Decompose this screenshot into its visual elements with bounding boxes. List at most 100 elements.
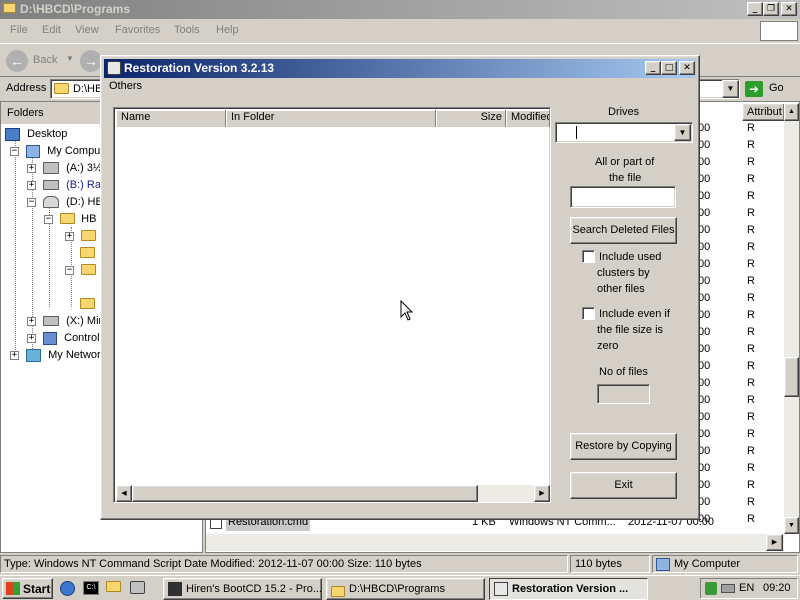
expand-icon[interactable]: + (10, 350, 19, 360)
collapse-icon[interactable]: − (65, 265, 74, 275)
scroll-right-button[interactable]: ▶ (766, 534, 783, 551)
date-fragment-cell: 00 (698, 122, 711, 134)
date-fragment-cell: 00 (698, 377, 711, 389)
camera-icon[interactable] (130, 581, 145, 594)
collapse-icon[interactable]: − (10, 146, 19, 156)
search-label-line2: the file (609, 172, 642, 184)
tree-item[interactable]: + Control (27, 330, 100, 346)
include-even-checkbox[interactable] (582, 307, 595, 320)
collapse-icon[interactable]: − (44, 214, 53, 224)
attrib-cell: R (747, 207, 755, 219)
menu-tools[interactable]: Tools (174, 24, 200, 36)
windows-logo-icon (760, 21, 798, 41)
tree-item[interactable]: − HB (44, 211, 96, 227)
search-input[interactable] (570, 186, 676, 208)
tree-item[interactable]: + (X:) Mir (27, 313, 102, 329)
control-panel-icon (43, 331, 58, 345)
minimize-button[interactable]: _ (747, 2, 763, 16)
tree-item[interactable]: + (65, 228, 97, 244)
menu-edit[interactable]: Edit (42, 24, 61, 36)
back-dropdown-icon[interactable]: ▼ (66, 54, 74, 63)
go-arrow-icon[interactable]: ➜ (745, 81, 763, 97)
menu-others[interactable]: Others (109, 80, 142, 92)
expand-icon[interactable]: + (27, 163, 36, 173)
scroll-right-button[interactable]: ▶ (534, 485, 550, 502)
include-used-label-line2: clusters by (597, 267, 650, 279)
search-deleted-files-button[interactable]: Search Deleted Files (570, 217, 677, 244)
column-modified[interactable]: Modified (506, 110, 550, 127)
folder-icon (331, 582, 345, 597)
explorer-icon[interactable] (106, 580, 121, 593)
explorer-titlebar[interactable]: D:\HBCD\Programs _ ❐ ✕ (0, 0, 800, 19)
date-fragment-cell: 00 (698, 190, 711, 202)
expand-icon[interactable]: + (65, 231, 74, 241)
expand-icon[interactable]: + (27, 333, 36, 343)
scroll-up-button[interactable]: ▲ (784, 103, 799, 121)
expand-icon[interactable]: + (27, 316, 36, 326)
attrib-column-header[interactable]: Attribut (742, 103, 785, 121)
tree-item[interactable]: + (B:) Ran (27, 177, 107, 193)
mouse-pointer-icon (400, 300, 414, 321)
explorer-menubar: File Edit View Favorites Tools Help (0, 21, 800, 41)
drives-dropdown-button[interactable]: ▼ (674, 124, 691, 141)
results-hscroll-thumb[interactable] (132, 485, 478, 502)
cmd-icon[interactable]: C:\ (83, 581, 99, 595)
tree-item[interactable]: − My Comput (10, 143, 103, 159)
drives-select[interactable]: ▼ (555, 122, 693, 143)
address-dropdown-button[interactable]: ▼ (722, 80, 739, 98)
forward-arrow-icon[interactable]: → (80, 50, 102, 72)
maximize-button[interactable]: ❐ (763, 2, 779, 16)
restore-by-copying-button[interactable]: Restore by Copying (570, 433, 677, 460)
attrib-cell: R (747, 513, 755, 525)
menu-file[interactable]: File (10, 24, 28, 36)
close-button[interactable]: ✕ (781, 2, 797, 16)
recycle-icon[interactable] (705, 582, 717, 595)
menu-help[interactable]: Help (216, 24, 239, 36)
task-button[interactable]: D:\HBCD\Programs (326, 578, 485, 600)
column-size[interactable]: Size (436, 110, 506, 127)
tree-item[interactable] (80, 296, 95, 312)
results-hscrollbar[interactable]: ◀ ▶ (116, 485, 550, 502)
restoration-titlebar[interactable]: Restoration Version 3.2.13 _ □ ✕ (104, 59, 696, 78)
tree-item[interactable]: + My Network (10, 347, 106, 363)
results-list[interactable]: Name In Folder Size Modified ◀ ▶ (113, 107, 551, 503)
include-even-label[interactable]: Include even if (599, 306, 670, 322)
scroll-left-button[interactable]: ◀ (116, 485, 132, 502)
include-used-label[interactable]: Include used (599, 249, 661, 265)
menu-view[interactable]: View (75, 24, 99, 36)
back-arrow-icon[interactable]: ← (6, 50, 28, 72)
task-button-active[interactable]: Restoration Version ... (489, 578, 648, 600)
tree-item[interactable]: Desktop (5, 126, 67, 142)
language-indicator[interactable]: EN (739, 582, 754, 594)
menu-favorites[interactable]: Favorites (115, 24, 160, 36)
drive-tray-icon[interactable] (721, 584, 735, 593)
clock[interactable]: 09:20 (763, 582, 791, 594)
close-button[interactable]: ✕ (679, 61, 695, 75)
start-button[interactable]: Start (2, 578, 53, 599)
attrib-cell: R (747, 326, 755, 338)
system-tray: EN 09:20 (700, 578, 798, 599)
ie-icon[interactable] (60, 581, 75, 596)
cd-drive-icon (43, 196, 60, 209)
back-label[interactable]: Back (33, 54, 57, 66)
go-label[interactable]: Go (769, 82, 784, 94)
include-used-checkbox[interactable] (582, 250, 595, 263)
horizontal-scrollbar[interactable] (206, 534, 784, 551)
task-button[interactable]: Hiren's BootCD 15.2 - Pro... (163, 578, 322, 600)
tree-item[interactable]: − (65, 262, 97, 278)
tree-item[interactable]: − (D:) HB (27, 194, 103, 210)
tree-item[interactable] (80, 245, 95, 261)
attrib-cell: R (747, 479, 755, 491)
date-fragment-cell: 00 (698, 241, 711, 253)
column-name[interactable]: Name (116, 110, 226, 127)
minimize-button[interactable]: _ (645, 61, 661, 75)
collapse-icon[interactable]: − (27, 197, 36, 207)
exit-button[interactable]: Exit (570, 472, 677, 499)
tree-item[interactable]: + (A:) 3½ (27, 160, 102, 176)
drives-label: Drives (608, 106, 640, 118)
drive-icon (43, 180, 60, 191)
column-in-folder[interactable]: In Folder (226, 110, 436, 127)
expand-icon[interactable]: + (27, 180, 36, 190)
taskbar: Start C:\ Hiren's BootCD 15.2 - Pro... D… (0, 575, 800, 600)
maximize-button[interactable]: □ (661, 61, 677, 75)
